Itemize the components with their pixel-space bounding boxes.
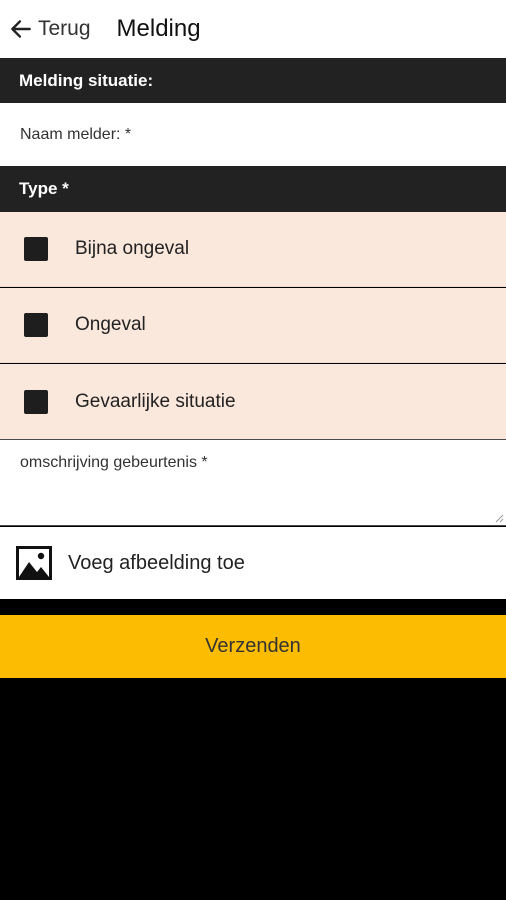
event-description-textarea[interactable]: omschrijving gebeurtenis * [0,439,506,526]
arrow-left-icon [11,20,31,38]
checkbox-unchecked-icon[interactable] [24,389,48,414]
type-option-near-accident[interactable]: Bijna ongeval [0,212,506,287]
add-image-button[interactable]: Voeg afbeelding toe [0,527,506,599]
type-option-accident[interactable]: Ongeval [0,288,506,363]
back-button[interactable]: Terug [8,16,91,42]
image-icon [16,546,52,580]
type-option-label: Ongeval [75,314,146,335]
event-description-placeholder: omschrijving gebeurtenis * [20,454,208,471]
type-option-label: Gevaarlijke situatie [75,390,236,412]
section-header-situation: Melding situatie: [0,58,506,103]
reporter-name-input[interactable]: Naam melder: * [0,103,506,166]
type-option-dangerous-situation[interactable]: Gevaarlijke situatie [0,364,506,439]
type-option-label: Bijna ongeval [75,238,190,259]
screen: Terug Melding Melding situatie: Naam mel… [0,0,506,900]
back-label: Terug [38,17,91,40]
resize-grip-icon[interactable] [494,513,504,523]
submit-label: Verzenden [205,635,301,657]
submit-button[interactable]: Verzenden [0,615,506,678]
checkbox-unchecked-icon[interactable] [24,313,48,337]
top-bar: Terug Melding [0,0,506,58]
section-header-type: Type * [0,166,506,212]
page-title: Melding [116,15,201,42]
add-image-label: Voeg afbeelding toe [68,551,245,574]
reporter-name-placeholder: Naam melder: * [20,125,132,143]
checkbox-unchecked-icon[interactable] [24,237,48,261]
